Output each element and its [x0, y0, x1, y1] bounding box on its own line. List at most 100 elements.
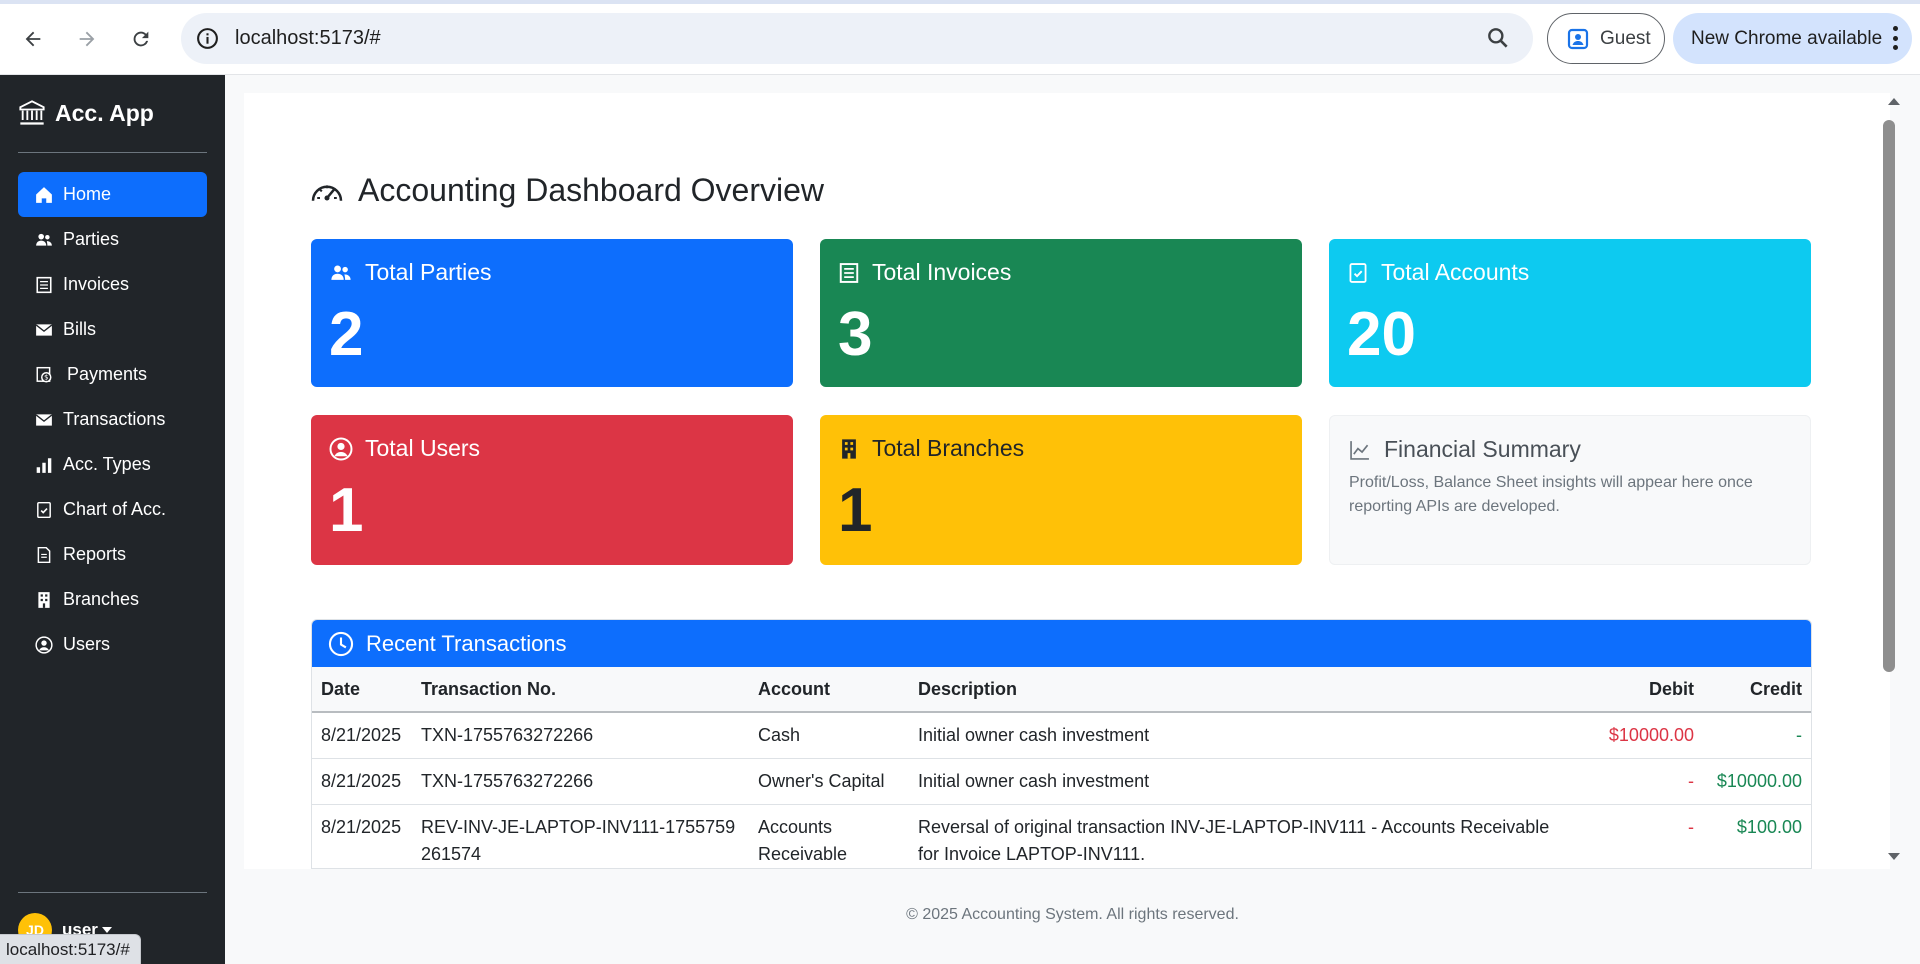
column-header: Account — [749, 667, 909, 713]
transactions-table: Date Transaction No. Account Description… — [312, 667, 1811, 868]
cell-credit: - — [1703, 712, 1811, 759]
building-icon — [842, 438, 856, 459]
sidebar-item-label: Parties — [63, 229, 120, 249]
sidebar-item-label: Transactions — [63, 409, 166, 429]
table-row[interactable]: 8/21/2025 REV-INV-JE-LAPTOP-INV111-17557… — [312, 804, 1811, 868]
sidebar-item-invoices[interactable]: Invoices — [18, 262, 207, 307]
sidebar-item-label: Home — [63, 184, 112, 204]
page-title: Accounting Dashboard Overview — [310, 172, 824, 209]
table-header-row: Date Transaction No. Account Description… — [312, 667, 1811, 713]
scroll-down-arrow-icon[interactable] — [1885, 847, 1903, 865]
status-bubble: localhost:5173/# — [0, 934, 141, 964]
people-icon — [35, 231, 53, 249]
sidebar-item-parties[interactable]: Parties — [18, 217, 207, 262]
cell-txn: REV-INV-JE-LAPTOP-INV111-1755759261574 — [412, 804, 749, 868]
sidebar-item-label: Acc. Types — [63, 454, 151, 474]
page-title-text: Accounting Dashboard Overview — [358, 172, 825, 208]
column-header: Credit — [1703, 667, 1811, 713]
sidebar-item-home[interactable]: Home — [18, 172, 207, 217]
total-invoices-card: Total Invoices 3 — [820, 239, 1302, 387]
sidebar-item-transactions[interactable]: Transactions — [18, 397, 207, 442]
recent-transactions-header: Recent Transactions — [312, 620, 1811, 667]
journal-check-icon — [35, 501, 53, 519]
search-icon[interactable] — [1485, 25, 1511, 51]
card-label-text: Total Invoices — [872, 259, 1012, 285]
table-row[interactable]: 8/21/2025 TXN-1755763272266 Cash Initial… — [312, 712, 1811, 759]
sidebar-item-payments[interactable]: $ Payments — [18, 352, 207, 397]
back-button[interactable] — [14, 20, 52, 58]
more-menu-icon[interactable] — [1892, 26, 1898, 50]
invoice-icon — [35, 276, 53, 294]
site-info-icon[interactable] — [195, 26, 220, 51]
user-circle-icon — [329, 437, 353, 460]
card-value: 3 — [838, 300, 873, 369]
column-header: Debit — [1580, 667, 1703, 713]
card-label-text: Total Users — [365, 435, 481, 461]
card-label: Financial Summary — [1348, 436, 1581, 463]
sidebar-item-label: Reports — [63, 544, 127, 564]
card-value: 1 — [838, 476, 873, 545]
card-label: Total Accounts — [1347, 259, 1529, 286]
update-label: New Chrome available — [1691, 27, 1883, 49]
cell-description: Reversal of original transaction INV-JE-… — [909, 804, 1580, 868]
total-accounts-card: Total Accounts 20 — [1329, 239, 1811, 387]
sidebar-item-reports[interactable]: Reports — [18, 532, 207, 577]
profile-button[interactable]: Guest — [1547, 13, 1665, 64]
sidebar-item-bills[interactable]: Bills — [18, 307, 207, 352]
back-arrow-icon — [25, 31, 41, 47]
browser-toolbar: localhost:5173/# Guest New Chrome availa… — [0, 0, 1920, 75]
brand[interactable]: Acc. App — [17, 99, 154, 127]
home-icon — [35, 186, 53, 204]
cell-txn: TXN-1755763272266 — [412, 758, 749, 805]
cell-description: Initial owner cash investment — [909, 758, 1580, 805]
envelope-icon — [35, 321, 53, 339]
forward-button[interactable] — [68, 20, 106, 58]
tab-strip-edge — [0, 0, 1920, 4]
scroll-up-arrow-icon[interactable] — [1885, 93, 1903, 111]
reload-button[interactable] — [122, 20, 160, 58]
cell-account: Owner's Capital — [749, 758, 909, 805]
column-header: Transaction No. — [412, 667, 749, 713]
card-label-text: Financial Summary — [1384, 436, 1581, 462]
bank-icon — [19, 100, 45, 125]
card-value: 2 — [329, 300, 364, 369]
chrome-update-button[interactable]: New Chrome available — [1673, 13, 1912, 64]
forward-arrow-icon — [79, 31, 95, 47]
cell-txn: TXN-1755763272266 — [412, 712, 749, 759]
sidebar-item-branches[interactable]: Branches — [18, 577, 207, 622]
total-users-card: Total Users 1 — [311, 415, 793, 565]
svg-text:$: $ — [44, 373, 48, 381]
card-label-text: Total Accounts — [1381, 259, 1530, 285]
sidebar-nav: Home Parties Invoices Bills $ Payments T… — [18, 172, 207, 667]
sidebar-item-acc-types[interactable]: Acc. Types — [18, 442, 207, 487]
financial-summary-card: Financial Summary Profit/Loss, Balance S… — [1329, 415, 1811, 565]
url-text: localhost:5173/# — [235, 27, 381, 49]
scrollbar-thumb[interactable] — [1883, 120, 1895, 672]
speedometer-icon — [311, 184, 343, 201]
cash-icon: $ — [35, 366, 53, 384]
clock-icon — [328, 631, 354, 656]
card-value: 20 — [1347, 300, 1416, 369]
card-label: Total Parties — [329, 259, 492, 286]
address-bar[interactable]: localhost:5173/# — [181, 13, 1533, 64]
user-circle-icon — [35, 635, 53, 654]
sidebar-divider — [18, 892, 207, 893]
card-label: Total Invoices — [838, 259, 1011, 286]
recent-transactions-panel: Recent Transactions Date Transaction No.… — [311, 619, 1812, 869]
footer: © 2025 Accounting System. All rights res… — [906, 906, 1239, 923]
sidebar-item-users[interactable]: Users — [18, 622, 207, 667]
sidebar-divider — [18, 152, 207, 153]
sidebar-item-label: Users — [63, 634, 111, 654]
sidebar-item-chart-of-acc[interactable]: Chart of Acc. — [18, 487, 207, 532]
sidebar-item-label: Payments — [67, 364, 148, 384]
total-branches-card: Total Branches 1 — [820, 415, 1302, 565]
table-row[interactable]: 8/21/2025 TXN-1755763272266 Owner's Capi… — [312, 758, 1811, 805]
column-header: Description — [909, 667, 1580, 713]
cell-description: Initial owner cash investment — [909, 712, 1580, 759]
card-label: Total Branches — [838, 435, 1024, 462]
sidebar: Acc. App Home Parties Invoices Bills $ P… — [0, 75, 225, 964]
brand-name: Acc. App — [55, 99, 154, 126]
cell-debit: $10000.00 — [1580, 712, 1703, 759]
document-icon — [35, 546, 53, 564]
caret-down-icon — [101, 927, 112, 933]
